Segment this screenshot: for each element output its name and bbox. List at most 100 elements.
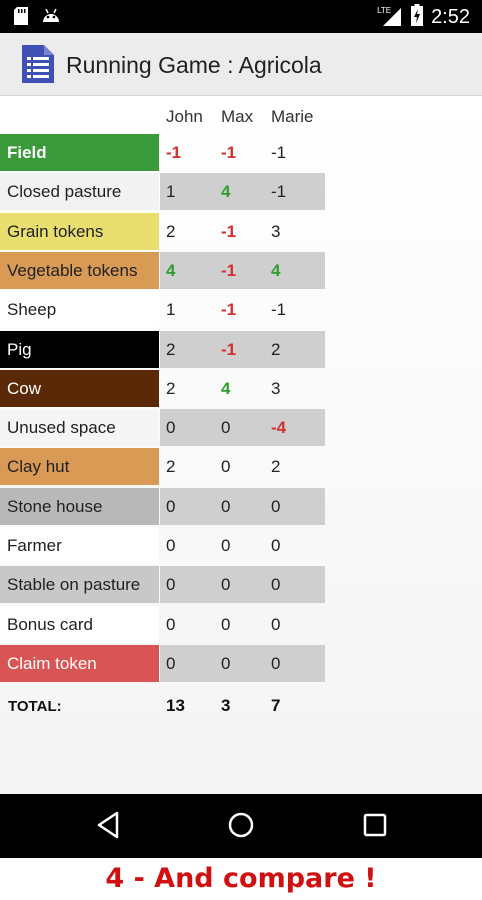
score-cells: 2 -1 2	[160, 330, 325, 368]
score-cell-john[interactable]: 0	[166, 566, 175, 603]
score-cell-john[interactable]: 1	[166, 173, 175, 210]
category-label[interactable]: Cow	[0, 369, 159, 407]
player-header-john[interactable]: John	[166, 107, 203, 127]
score-cell-max[interactable]: 0	[221, 527, 230, 564]
score-cell-marie[interactable]: -1	[271, 173, 286, 210]
score-cell-marie[interactable]: 0	[271, 566, 280, 603]
score-cell-max[interactable]: 0	[221, 488, 230, 525]
score-cell-max[interactable]: 4	[221, 370, 230, 407]
score-cells: 4 -1 4	[160, 251, 325, 289]
score-cell-john[interactable]: 2	[166, 448, 175, 485]
category-label[interactable]: Farmer	[0, 527, 159, 564]
score-cells: 0 0 0	[160, 487, 325, 525]
score-cell-max[interactable]: 0	[221, 606, 230, 643]
score-cell-marie[interactable]: 2	[271, 448, 280, 485]
score-cell-marie[interactable]: -1	[271, 134, 286, 171]
app-bar: Running Game : Agricola	[0, 33, 482, 96]
score-cell-john[interactable]: 0	[166, 645, 175, 682]
score-cell-john[interactable]: 1	[166, 291, 175, 328]
score-cells: 0 0 0	[160, 644, 325, 682]
category-label[interactable]: Field	[0, 134, 159, 171]
score-cell-john[interactable]: 0	[166, 488, 175, 525]
score-cell-max[interactable]: 0	[221, 409, 230, 446]
score-cells: 1 4 -1	[160, 173, 325, 211]
score-cells: 2 0 2	[160, 448, 325, 485]
score-cell-max[interactable]: 0	[221, 645, 230, 682]
score-cell-marie[interactable]: 4	[271, 252, 280, 289]
status-bar: LTE 2:52	[0, 0, 482, 33]
score-cells: 2 -1 3	[160, 213, 325, 250]
score-cells: 0 0 0	[160, 566, 325, 604]
score-cell-marie[interactable]: 0	[271, 645, 280, 682]
player-header-marie[interactable]: Marie	[271, 107, 314, 127]
score-cell-marie[interactable]: 0	[271, 606, 280, 643]
score-cell-max[interactable]: -1	[221, 213, 236, 250]
score-cell-john[interactable]: 0	[166, 409, 175, 446]
score-cell-marie[interactable]: 3	[271, 370, 280, 407]
table-row-cow: Cow 2 4 3	[0, 369, 325, 407]
category-label[interactable]: Unused space	[0, 409, 159, 447]
score-cell-max[interactable]: -1	[221, 134, 236, 171]
category-label[interactable]: Pig	[0, 330, 159, 368]
document-list-icon[interactable]	[22, 45, 54, 87]
page-title: Running Game : Agricola	[66, 52, 322, 78]
navigation-bar	[0, 794, 482, 858]
sd-card-icon	[14, 7, 28, 29]
back-icon[interactable]	[95, 810, 121, 844]
score-cell-marie[interactable]: -4	[271, 409, 286, 446]
table-row-stone-house: Stone house 0 0 0	[0, 487, 325, 525]
player-header-row: John Max Marie	[0, 104, 482, 132]
table-row-stable-on-pasture: Stable on pasture 0 0 0	[0, 566, 325, 604]
score-cell-max[interactable]: -1	[221, 252, 236, 289]
score-cell-marie[interactable]: -1	[271, 291, 286, 328]
score-cell-john[interactable]: 2	[166, 370, 175, 407]
table-row-clay-hut: Clay hut 2 0 2	[0, 448, 325, 486]
table-row-grain-tokens: Grain tokens 2 -1 3	[0, 212, 325, 250]
lte-signal-icon: LTE	[377, 6, 403, 28]
score-cell-marie[interactable]: 2	[271, 331, 280, 368]
category-label[interactable]: Bonus card	[0, 605, 159, 643]
table-row-pig: Pig 2 -1 2	[0, 330, 325, 368]
caption-text: 4 - And compare !	[105, 863, 377, 894]
recents-icon[interactable]	[362, 810, 388, 844]
home-icon[interactable]	[227, 810, 255, 844]
score-cell-john[interactable]: -1	[166, 134, 181, 171]
score-cells: 1 -1 -1	[160, 291, 325, 328]
category-label[interactable]: Claim token	[0, 644, 159, 682]
table-row-vegetable-tokens: Vegetable tokens 4 -1 4	[0, 251, 325, 289]
score-cell-marie[interactable]: 0	[271, 527, 280, 564]
score-cell-marie[interactable]: 0	[271, 488, 280, 525]
battery-charging-icon	[411, 4, 424, 30]
table-row-field: Field -1 -1 -1	[0, 134, 325, 171]
player-header-max[interactable]: Max	[221, 107, 253, 127]
category-label[interactable]: Stable on pasture	[0, 566, 159, 604]
table-row-sheep: Sheep 1 -1 -1	[0, 291, 325, 329]
score-cell-max[interactable]: 4	[221, 173, 230, 210]
score-table: John Max Marie Field -1 -1 -1 Closed pasture…	[0, 96, 482, 794]
total-john: 13	[166, 696, 185, 715]
score-cell-max[interactable]: -1	[221, 331, 236, 368]
table-row-claim-token: Claim token 0 0 0	[0, 644, 325, 682]
score-cells: 0 0 -4	[160, 409, 325, 447]
table-row-farmer: Farmer 0 0 0	[0, 527, 325, 564]
table-row-bonus-card: Bonus card 0 0 0	[0, 605, 325, 643]
score-cell-john[interactable]: 0	[166, 527, 175, 564]
category-label[interactable]: Vegetable tokens	[0, 251, 159, 289]
category-label[interactable]: Closed pasture	[0, 173, 159, 211]
score-cells: 0 0 0	[160, 606, 325, 643]
category-label[interactable]: Sheep	[0, 291, 159, 329]
android-icon	[42, 7, 60, 29]
score-cell-john[interactable]: 2	[166, 213, 175, 250]
category-label[interactable]: Stone house	[0, 487, 159, 525]
score-cell-max[interactable]: 0	[221, 566, 230, 603]
score-cell-max[interactable]: -1	[221, 291, 236, 328]
score-cell-john[interactable]: 4	[166, 252, 175, 289]
score-cell-john[interactable]: 0	[166, 606, 175, 643]
score-cells: 2 4 3	[160, 370, 325, 407]
score-cell-max[interactable]: 0	[221, 448, 230, 485]
category-label[interactable]: Grain tokens	[0, 212, 159, 250]
score-cells: 0 0 0	[160, 527, 325, 564]
category-label[interactable]: Clay hut	[0, 448, 159, 486]
score-cell-marie[interactable]: 3	[271, 213, 280, 250]
score-cell-john[interactable]: 2	[166, 331, 175, 368]
